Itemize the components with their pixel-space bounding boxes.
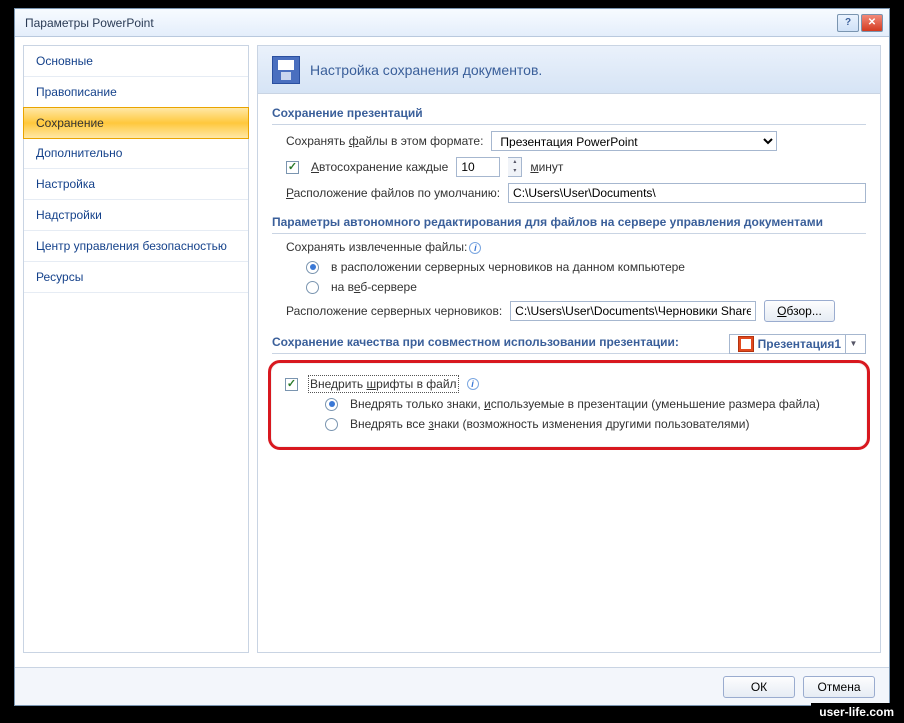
panel-header: Настройка сохранения документов. [258,46,880,94]
powerpoint-icon [738,336,754,352]
autosave-unit: минут [530,160,563,174]
sidebar-item-resources[interactable]: Ресурсы [24,262,248,293]
radio-embed-used-label: Внедрять только знаки, используемые в пр… [350,397,820,411]
radio-web-server[interactable] [306,281,319,294]
presentation-picker[interactable]: Презентация1 ▼ [729,334,866,354]
presentation-name: Презентация1 [758,337,841,351]
sidebar-item-trust[interactable]: Центр управления безопасностью [24,231,248,262]
server-drafts-label: Расположение серверных черновиков: [286,304,502,318]
dialog-window: Параметры PowerPoint ? ✕ Основные Правоп… [14,8,890,706]
sidebar-item-customize[interactable]: Настройка [24,169,248,200]
ok-button[interactable]: ОК [723,676,795,698]
radio-embed-used[interactable] [325,398,338,411]
radio-embed-all-label: Внедрять все знаки (возможность изменени… [350,417,749,431]
radio-web-label: на веб-сервере [331,280,417,294]
embed-fonts-checkbox[interactable] [285,378,298,391]
info-icon[interactable]: i [469,242,481,254]
embed-fonts-highlight: Внедрить шрифты в файл i Внедрять только … [268,360,870,450]
titlebar: Параметры PowerPoint ? ✕ [15,9,889,37]
extract-label: Сохранять извлеченные файлы:i [286,240,481,254]
sidebar-item-proofing[interactable]: Правописание [24,77,248,108]
embed-fonts-label: Внедрить шрифты в файл [310,377,457,391]
cancel-button[interactable]: Отмена [803,676,875,698]
sidebar-item-general[interactable]: Основные [24,46,248,77]
watermark: user-life.com [811,703,902,721]
default-location-label: Расположение файлов по умолчанию: [286,186,500,200]
section-quality: Сохранение качества при совместном испол… [272,334,866,354]
browse-button[interactable]: Обзор... [764,300,835,322]
category-sidebar: Основные Правописание Сохранение Дополни… [23,45,249,653]
settings-panel: Настройка сохранения документов. Сохране… [257,45,881,653]
autosave-label: Автосохранение каждые [311,160,448,174]
panel-header-text: Настройка сохранения документов. [310,62,542,78]
radio-embed-all[interactable] [325,418,338,431]
close-button[interactable]: ✕ [861,14,883,32]
default-location-input[interactable] [508,183,866,203]
radio-local-label: в расположении серверных черновиков на д… [331,260,685,274]
radio-local-drafts[interactable] [306,261,319,274]
section-offline: Параметры автономного редактирования для… [272,215,866,234]
chevron-down-icon: ▼ [845,335,861,353]
format-label: Сохранять файлы в этом формате: [286,134,483,148]
autosave-spinner[interactable]: ▴▾ [508,157,522,177]
server-drafts-input[interactable] [510,301,756,321]
dialog-footer: ОК Отмена [15,667,889,705]
sidebar-item-addins[interactable]: Надстройки [24,200,248,231]
format-select[interactable]: Презентация PowerPoint [491,131,777,151]
sidebar-item-save[interactable]: Сохранение [23,107,249,139]
info-icon[interactable]: i [467,378,479,390]
help-button[interactable]: ? [837,14,859,32]
section-save-presentations: Сохранение презентаций [272,106,866,125]
window-title: Параметры PowerPoint [25,16,835,30]
sidebar-item-advanced[interactable]: Дополнительно [24,138,248,169]
save-icon [272,56,300,84]
autosave-interval-input[interactable] [456,157,500,177]
autosave-checkbox[interactable] [286,161,299,174]
